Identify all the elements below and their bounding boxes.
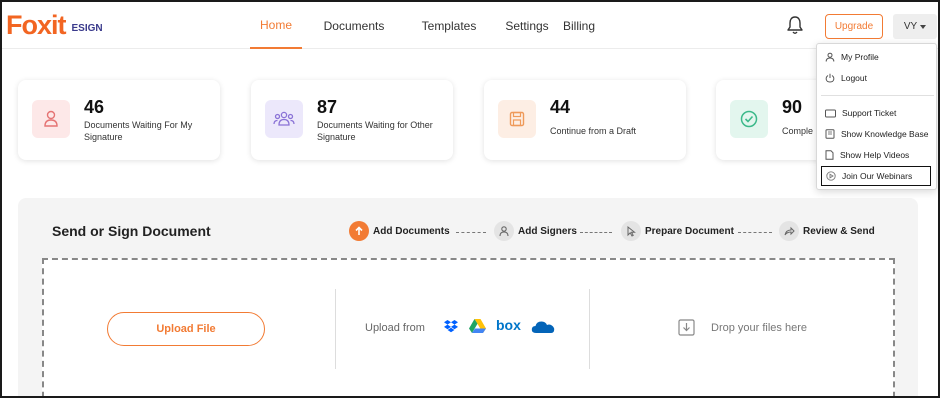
menu-item-help-videos[interactable]: Show Help Videos [817,145,936,165]
menu-item-my-profile[interactable]: My Profile [817,47,936,67]
step-add-documents[interactable]: Add Documents [349,221,450,241]
stat-count: 90 [782,97,803,117]
share-icon [779,221,799,241]
stat-card-drafts[interactable]: 44 Continue from a Draft [484,80,686,160]
nav-settings[interactable]: Settings [492,2,562,49]
step-label: Review & Send [803,225,875,237]
step-label: Prepare Document [645,225,734,237]
user-icon [825,52,835,62]
file-dropzone[interactable]: Upload File Upload from box Drop your fi… [42,258,895,396]
main-nav: Home Documents Templates Settings Billin… [250,2,596,49]
box-icon[interactable]: box [496,317,521,333]
divider [335,289,336,369]
step-label: Add Documents [373,225,450,237]
user-initials: VY [903,21,918,32]
play-circle-icon [826,171,836,181]
step-review-send[interactable]: Review & Send [779,221,875,241]
user-dropdown-menu: My Profile Logout Support Ticket Show Kn… [816,43,937,190]
send-sign-panel: Send or Sign Document Add Documents Add … [18,198,918,396]
step-label: Add Signers [518,225,577,237]
stat-label: Continue from a Draft [550,126,637,136]
menu-item-label: Show Knowledge Base [841,129,929,139]
foxit-logo[interactable]: Foxit ESIGN [6,10,103,40]
upgrade-button[interactable]: Upgrade [825,14,883,39]
menu-item-label: Logout [841,73,867,83]
stat-count: 44 [550,97,571,117]
person-icon [32,100,70,138]
check-circle-icon [730,100,768,138]
stat-label: Documents Waiting For My Signature [84,120,193,142]
step-add-signers[interactable]: Add Signers [494,221,577,241]
ticket-icon [825,109,836,117]
step-connector [580,232,612,233]
step-connector [738,232,772,233]
dropbox-icon[interactable] [444,319,458,333]
panel-title: Send or Sign Document [52,223,211,239]
download-tray-icon [678,319,695,336]
save-icon [498,100,536,138]
menu-item-label: Show Help Videos [840,150,910,160]
upload-arrow-icon [349,221,369,241]
stat-count: 46 [84,97,105,117]
menu-item-join-webinars[interactable]: Join Our Webinars [821,166,931,186]
logo-product: ESIGN [71,23,103,34]
document-icon [825,150,834,160]
book-icon [825,129,835,139]
caret-down-icon [920,24,927,29]
menu-item-label: My Profile [841,52,879,62]
menu-item-label: Support Ticket [842,108,897,118]
onedrive-icon[interactable] [531,320,555,334]
nav-templates[interactable]: Templates [406,2,492,49]
divider [589,289,590,369]
top-header: Foxit ESIGN Home Documents Templates Set… [2,2,938,49]
user-menu-button[interactable]: VY [893,14,937,39]
google-drive-icon[interactable] [469,319,486,333]
user-icon [494,221,514,241]
stat-card-waiting-for-others[interactable]: 87 Documents Waiting for Other Signature [251,80,453,160]
bell-icon[interactable] [786,15,804,35]
stat-label: Documents Waiting for Other Signature [317,120,433,142]
menu-item-knowledge-base[interactable]: Show Knowledge Base [817,124,936,144]
nav-home[interactable]: Home [250,2,302,49]
cursor-icon [621,221,641,241]
app-window: Foxit ESIGN Home Documents Templates Set… [0,0,940,398]
group-icon [265,100,303,138]
step-prepare-document[interactable]: Prepare Document [621,221,734,241]
stat-card-waiting-for-me[interactable]: 46 Documents Waiting For My Signature [18,80,220,160]
upload-from-label: Upload from [365,322,425,334]
menu-item-logout[interactable]: Logout [817,68,936,88]
menu-item-label: Join Our Webinars [842,171,913,181]
logo-text: Foxit [6,10,66,40]
menu-separator [821,95,934,96]
stat-count: 87 [317,97,338,117]
upload-file-button[interactable]: Upload File [107,312,265,346]
nav-documents[interactable]: Documents [302,2,406,49]
menu-item-support-ticket[interactable]: Support Ticket [817,103,936,123]
drop-files-label: Drop your files here [711,322,807,334]
power-icon [825,73,835,83]
step-connector [456,232,486,233]
nav-billing[interactable]: Billing [562,2,596,49]
